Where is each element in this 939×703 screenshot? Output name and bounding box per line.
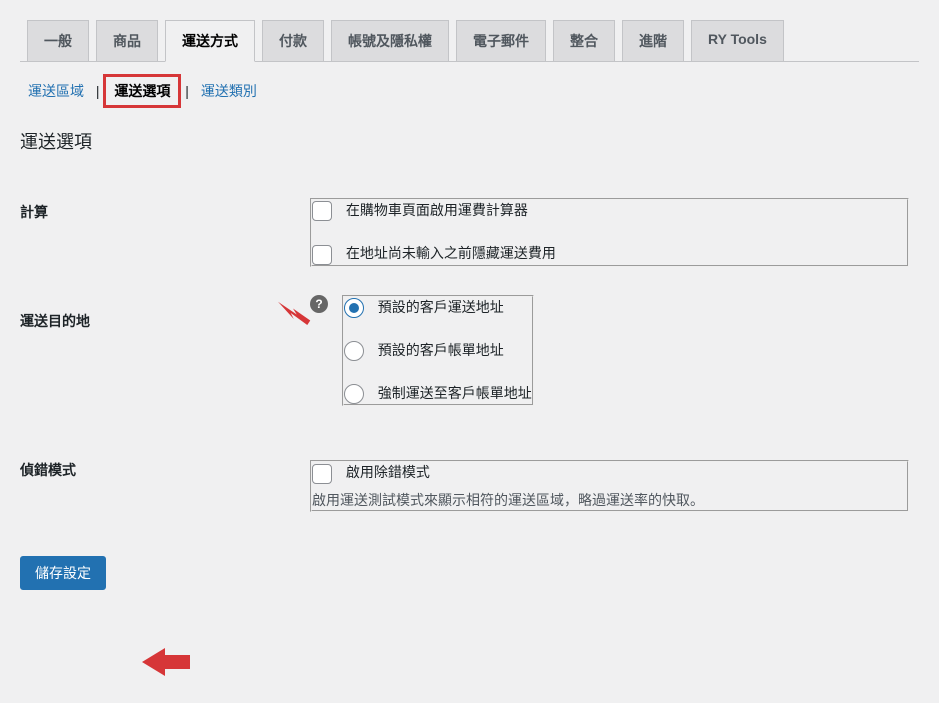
tab-email[interactable]: 電子郵件 (456, 20, 546, 61)
tab-shipping[interactable]: 運送方式 (165, 20, 255, 62)
tab-rytools[interactable]: RY Tools (691, 20, 784, 61)
tab-accounts[interactable]: 帳號及隱私權 (331, 20, 449, 61)
tab-products[interactable]: 商品 (96, 20, 158, 61)
option-enable-calculator-label[interactable]: 在購物車頁面啟用運費計算器 (312, 200, 907, 221)
subtab-options[interactable]: 運送選項 (106, 77, 178, 105)
section-title: 運送選項 (20, 128, 919, 154)
settings-form: 計算 在購物車頁面啟用運費計算器 在地址尚未輸入之前隱藏運送費用 運送目的地 (20, 184, 919, 526)
radio-force-billing[interactable] (344, 384, 364, 404)
option-hide-until-address-label[interactable]: 在地址尚未輸入之前隱藏運送費用 (312, 243, 907, 264)
label-destination: 運送目的地 (20, 313, 90, 329)
option-default-shipping-label[interactable]: 預設的客戶運送地址 (344, 297, 532, 318)
option-enable-debug-label[interactable]: 啟用除錯模式 (312, 462, 907, 483)
option-default-billing-label[interactable]: 預設的客戶帳單地址 (344, 340, 532, 361)
save-button[interactable]: 儲存設定 (20, 556, 106, 590)
annotation-arrow-icon (268, 298, 318, 328)
label-calculations: 計算 (20, 184, 300, 281)
option-force-billing-label[interactable]: 強制運送至客戶帳單地址 (344, 383, 532, 404)
annotation-arrow-icon (140, 647, 190, 677)
subtab-zones[interactable]: 運送區域 (20, 77, 92, 105)
radio-default-shipping[interactable] (344, 298, 364, 318)
debug-description: 啟用運送測試模式來顯示相符的運送區域，略過運送率的快取。 (312, 490, 907, 510)
highlight-box: 運送選項 (103, 74, 181, 108)
subtab-classes[interactable]: 運送類別 (193, 77, 265, 105)
tab-checkout[interactable]: 付款 (262, 20, 324, 61)
tab-general[interactable]: 一般 (27, 20, 89, 61)
shipping-subtabs: 運送區域 | 運送選項 | 運送類別 (20, 74, 919, 108)
tab-integration[interactable]: 整合 (553, 20, 615, 61)
label-debug: 偵錯模式 (20, 420, 300, 525)
radio-default-billing[interactable] (344, 341, 364, 361)
checkbox-hide-until-address[interactable] (312, 245, 332, 265)
tab-advanced[interactable]: 進階 (622, 20, 684, 61)
settings-tabs: 一般 商品 運送方式 付款 帳號及隱私權 電子郵件 整合 進階 RY Tools (20, 20, 919, 62)
checkbox-enable-calculator[interactable] (312, 201, 332, 221)
checkbox-enable-debug[interactable] (312, 464, 332, 484)
